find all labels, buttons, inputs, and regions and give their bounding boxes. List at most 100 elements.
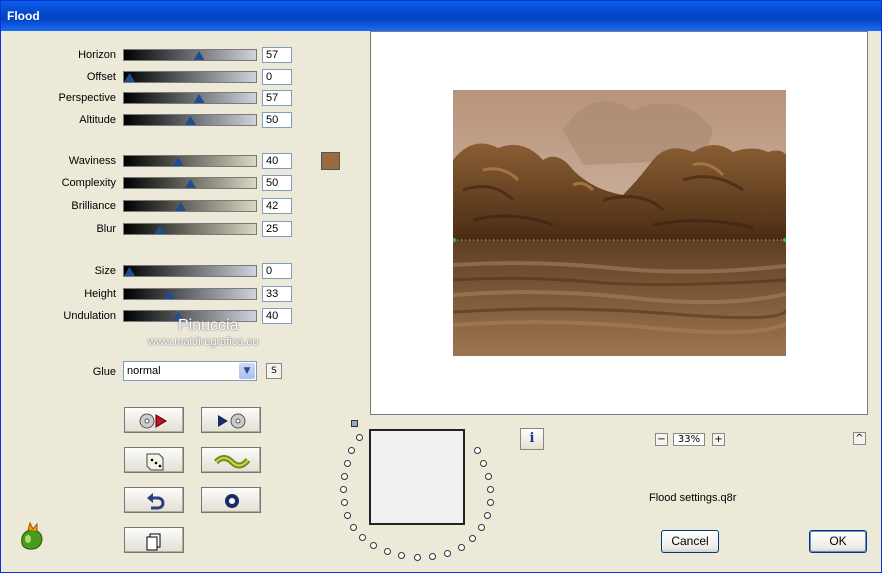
slider-row-height: Height 33 — [4, 286, 304, 304]
slider-row-complexity: Complexity 50 — [4, 175, 304, 193]
navigator-dot[interactable] — [487, 486, 494, 493]
glue-label: Glue — [92, 366, 116, 378]
navigator-dot[interactable] — [344, 512, 351, 519]
navigator-dot[interactable] — [429, 553, 436, 560]
slider-value-input[interactable]: 33 — [262, 286, 292, 302]
navigator-dot[interactable] — [469, 535, 476, 542]
slider-track[interactable] — [123, 288, 257, 300]
navigator-dot[interactable] — [474, 447, 481, 454]
navigator-dot[interactable] — [480, 460, 487, 467]
play-button[interactable] — [201, 407, 261, 433]
slider-label: Blur — [96, 223, 116, 235]
slider-value-input[interactable]: 0 — [262, 69, 292, 85]
preview-panel[interactable] — [370, 31, 868, 415]
slider-value-input[interactable]: 40 — [262, 308, 292, 324]
cancel-button[interactable]: Cancel — [661, 530, 719, 553]
wave-button[interactable] — [201, 447, 261, 473]
watermark-name: Pinuccia — [178, 317, 239, 334]
navigator-thumbnail[interactable] — [369, 429, 465, 525]
random-dice-icon — [146, 453, 164, 471]
slider-thumb[interactable] — [193, 51, 205, 60]
navigator-dot[interactable] — [458, 544, 465, 551]
slider-thumb[interactable] — [164, 290, 176, 299]
slider-thumb[interactable] — [175, 202, 187, 211]
ok-button[interactable]: OK — [809, 530, 867, 553]
slider-label: Horizon — [78, 49, 116, 61]
slider-label: Altitude — [79, 114, 116, 126]
slider-label: Size — [94, 265, 116, 277]
slider-value-input[interactable]: 25 — [262, 221, 292, 237]
glue-s-button[interactable]: S — [266, 363, 282, 379]
navigator-dot[interactable] — [478, 524, 485, 531]
record-button[interactable] — [201, 487, 261, 513]
slider-row-perspective: Perspective 57 — [4, 90, 304, 108]
copy-icon — [146, 533, 161, 551]
slider-value-input[interactable]: 50 — [262, 112, 292, 128]
zoom-out-button[interactable]: − — [655, 433, 668, 446]
flood-dialog: Flood Horizon 57 Offset 0 Perspective 57 Altit… — [0, 0, 882, 573]
slider-row-altitude: Altitude 50 — [4, 112, 304, 130]
slider-track[interactable] — [123, 155, 257, 167]
navigator-dot[interactable] — [356, 434, 363, 441]
slider-row-horizon: Horizon 57 — [4, 47, 304, 65]
navigator-dot[interactable] — [384, 548, 391, 555]
navigator-dot[interactable] — [341, 499, 348, 506]
slider-track[interactable] — [123, 71, 257, 83]
slider-value-input[interactable]: 57 — [262, 47, 292, 63]
navigator-dot[interactable] — [359, 534, 366, 541]
slider-thumb[interactable] — [154, 225, 166, 234]
info-button[interactable]: i — [520, 428, 544, 450]
watermark-url: www.maidiregrafica.eu — [148, 336, 259, 348]
play-forward-icon — [218, 413, 246, 429]
settings-filename: Flood settings.q8r — [649, 492, 737, 504]
navigator-dot[interactable] — [398, 552, 405, 559]
copy-button[interactable] — [124, 527, 184, 553]
slider-thumb[interactable] — [124, 73, 135, 82]
slider-value-input[interactable]: 50 — [262, 175, 292, 191]
navigator-dot[interactable] — [348, 447, 355, 454]
slider-track[interactable] — [123, 177, 257, 189]
navigator-dot[interactable] — [344, 460, 351, 467]
slider-track[interactable] — [123, 92, 257, 104]
color-swatch[interactable] — [321, 152, 340, 170]
navigator-dot[interactable] — [444, 550, 451, 557]
undo-button[interactable] — [124, 487, 184, 513]
undo-icon — [147, 493, 165, 510]
slider-row-brilliance: Brilliance 42 — [4, 198, 304, 216]
slider-value-input[interactable]: 57 — [262, 90, 292, 106]
slider-label: Perspective — [58, 92, 116, 104]
slider-value-input[interactable]: 40 — [262, 153, 292, 169]
navigator-dot[interactable] — [350, 524, 357, 531]
slider-track[interactable] — [123, 223, 257, 235]
slider-value-input[interactable]: 0 — [262, 263, 292, 279]
dialog-client: Horizon 57 Offset 0 Perspective 57 Altitude 50 W… — [4, 31, 878, 571]
slider-label: Offset — [86, 71, 116, 83]
slider-thumb[interactable] — [172, 157, 184, 166]
reset-button[interactable] — [124, 407, 184, 433]
slider-track[interactable] — [123, 265, 257, 277]
navigator-dot[interactable] — [484, 512, 491, 519]
slider-value-input[interactable]: 42 — [262, 198, 292, 214]
slider-track[interactable] — [123, 49, 257, 61]
navigator-dot[interactable] — [341, 473, 348, 480]
slider-label: Complexity — [61, 177, 116, 189]
chevron-down-icon[interactable]: ▼ — [239, 363, 255, 379]
slider-thumb[interactable] — [124, 267, 135, 276]
navigator-handle[interactable] — [351, 420, 358, 427]
slider-track[interactable] — [123, 200, 257, 212]
scroll-up-button[interactable]: ^ — [853, 432, 866, 445]
title-bar[interactable]: Flood — [1, 1, 881, 31]
slider-track[interactable] — [123, 114, 257, 126]
navigator-dot[interactable] — [340, 486, 347, 493]
slider-thumb[interactable] — [185, 179, 196, 188]
navigator-dot[interactable] — [414, 554, 421, 561]
random-button[interactable] — [124, 447, 184, 473]
glue-select[interactable]: normal ▼ — [123, 361, 257, 381]
navigator-dot[interactable] — [370, 542, 377, 549]
wave-icon — [213, 455, 251, 469]
navigator-dot[interactable] — [487, 499, 494, 506]
zoom-in-button[interactable]: + — [712, 433, 725, 446]
navigator-dot[interactable] — [485, 473, 492, 480]
slider-thumb[interactable] — [193, 94, 205, 103]
slider-thumb[interactable] — [185, 116, 196, 125]
